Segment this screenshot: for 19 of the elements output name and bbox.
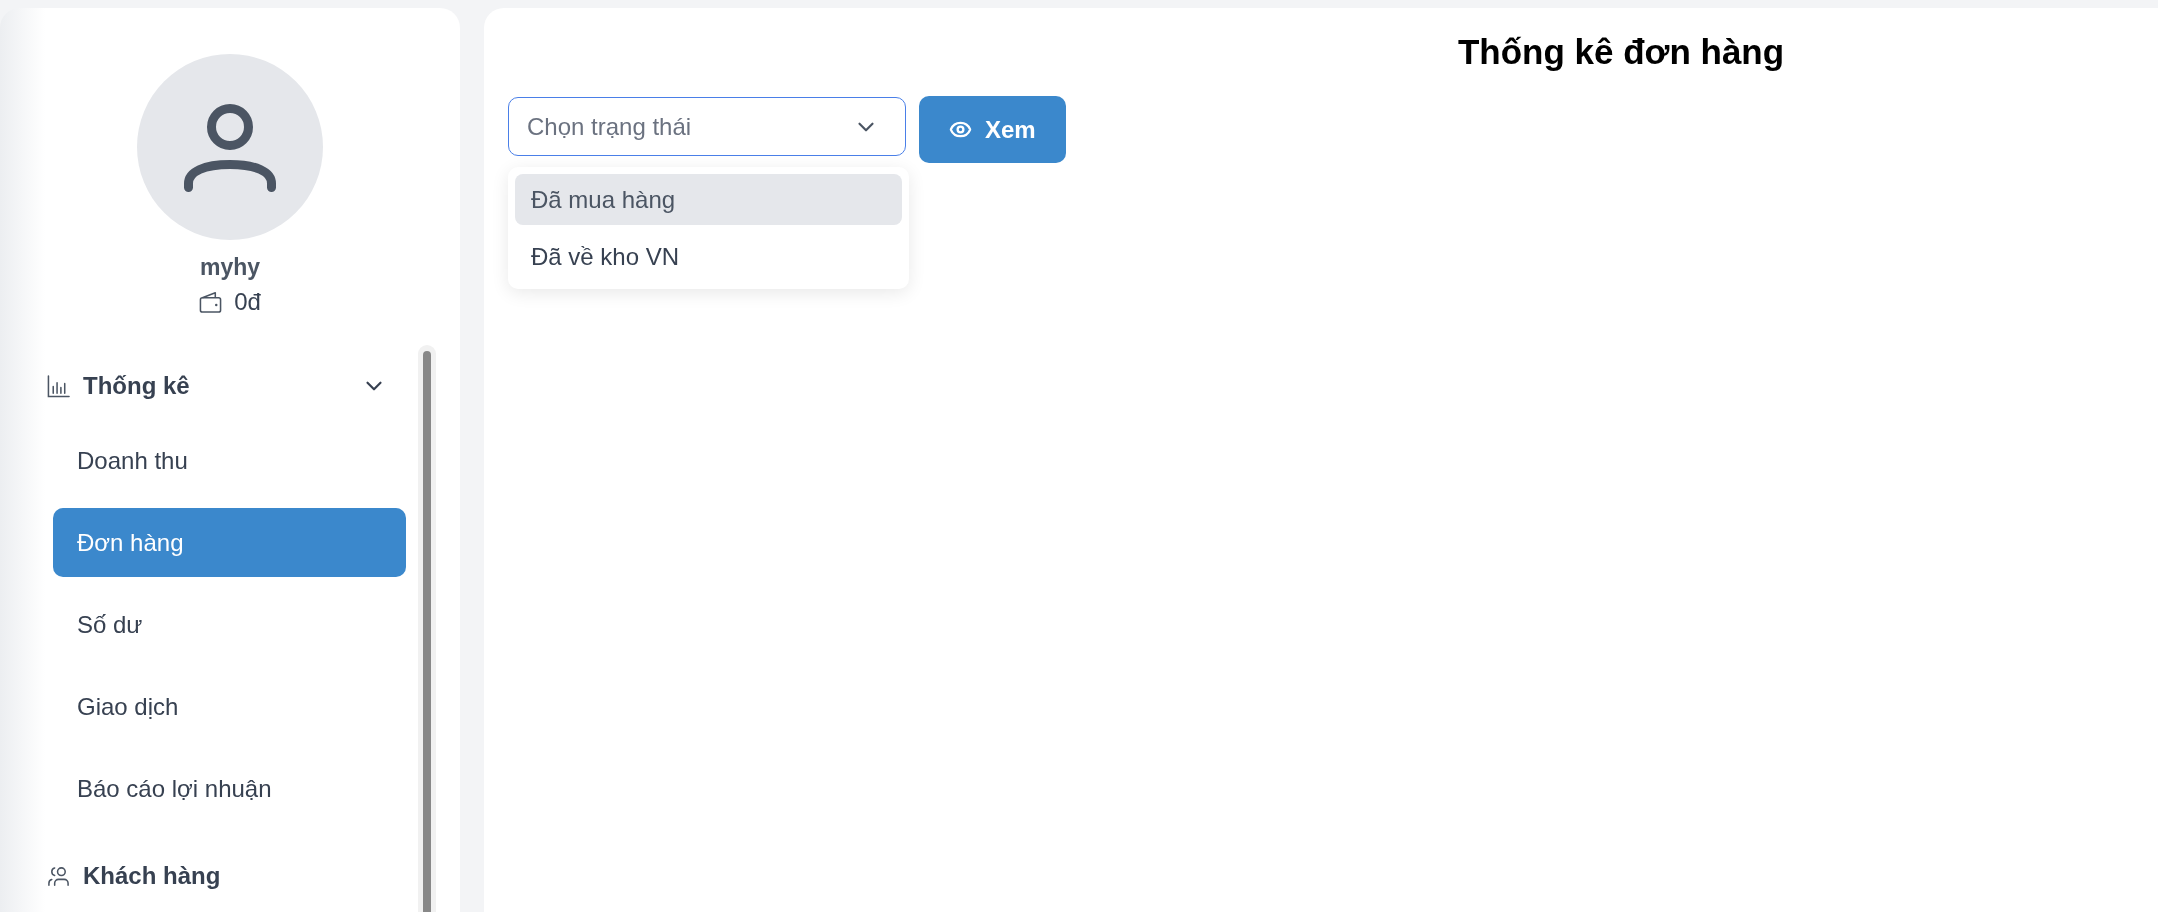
wallet-balance: 0đ: [234, 287, 261, 317]
menu-item[interactable]: Đơn hàng: [53, 508, 406, 577]
bar-chart-icon: [47, 374, 70, 398]
menu-item[interactable]: Báo cáo lợi nhuận: [53, 754, 406, 823]
dropdown-option[interactable]: Đã về kho VN: [515, 231, 902, 282]
user-name: myhy: [199, 253, 261, 282]
menu-group-header[interactable]: Thống kê: [47, 358, 387, 414]
status-select[interactable]: Chọn trạng thái: [508, 97, 906, 156]
page-title: Thống kê đơn hàng: [1457, 31, 1785, 73]
wallet-icon: [199, 290, 223, 314]
menu-item[interactable]: Số dư: [53, 590, 406, 659]
menu-item[interactable]: Doanh thu: [53, 426, 406, 495]
menu-group-header[interactable]: Khách hàng: [47, 848, 221, 904]
scrollbar-thumb[interactable]: [423, 351, 431, 912]
avatar-icon: [137, 54, 323, 240]
dropdown-option[interactable]: Đã mua hàng: [515, 174, 902, 225]
users-icon: [47, 864, 70, 888]
view-button[interactable]: Xem: [919, 96, 1066, 163]
menu-item[interactable]: Giao dịch: [53, 672, 406, 741]
